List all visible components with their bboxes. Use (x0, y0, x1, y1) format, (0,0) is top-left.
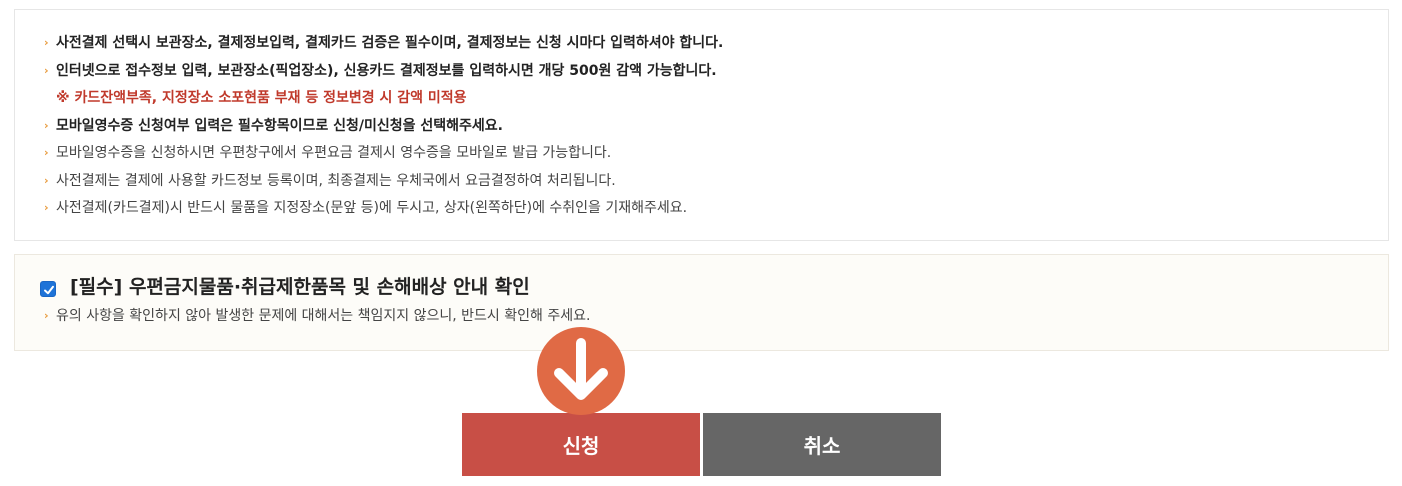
notice-item-text: 인터넷으로 접수정보 입력, 보관장소(픽업장소), 신용카드 결제정보를 입력… (56, 62, 717, 79)
checkmark-icon (44, 285, 54, 295)
notice-warning-text: ※ 카드잔액부족, 지정장소 소포현품 부재 등 정보변경 시 감액 미적용 (56, 90, 467, 106)
chevron-right-icon: › (44, 146, 49, 159)
arrow-down-icon (537, 327, 625, 415)
chevron-right-icon: › (44, 118, 49, 132)
notice-item: › 사전결제(카드결제)시 반드시 물품을 지정장소(문앞 등)에 두시고, 상… (44, 197, 723, 225)
notice-item: › 모바일영수증 신청여부 입력은 필수항목이므로 신청/미신청을 선택해주세요… (44, 115, 723, 143)
chevron-right-icon: › (44, 309, 49, 322)
chevron-right-icon: › (44, 173, 49, 187)
notice-item-text: 사전결제 선택시 보관장소, 결제정보입력, 결제카드 검증은 필수이며, 결제… (56, 35, 724, 51)
notice-item-text: 사전결제는 결제에 사용할 카드정보 등록이며, 최종결제는 우체국에서 요금결… (56, 172, 616, 189)
confirm-description-text: 유의 사항을 확인하지 않아 발생한 문제에 대해서는 책임지지 않으니, 반드… (56, 308, 591, 324)
notice-list: › 사전결제 선택시 보관장소, 결제정보입력, 결제카드 검증은 필수이며, … (44, 32, 723, 225)
chevron-right-icon: › (44, 63, 49, 77)
confirm-description: › 유의 사항을 확인하지 않아 발생한 문제에 대해서는 책임지지 않으니, … (44, 305, 590, 327)
notice-item-text: 사전결제(카드결제)시 반드시 물품을 지정장소(문앞 등)에 두시고, 상자(… (56, 200, 688, 216)
confirm-title[interactable]: [필수] 우편금지물품·취급제한품목 및 손해배상 안내 확인 (70, 272, 530, 302)
notice-item-text: 모바일영수증 신청여부 입력은 필수항목이므로 신청/미신청을 선택해주세요. (56, 117, 503, 134)
notice-warning: ※ 카드잔액부족, 지정장소 소포현품 부재 등 정보변경 시 감액 미적용 (44, 87, 723, 115)
cancel-button[interactable]: 취소 (703, 413, 941, 476)
notice-box: › 사전결제 선택시 보관장소, 결제정보입력, 결제카드 검증은 필수이며, … (14, 9, 1389, 241)
confirm-checkbox[interactable] (40, 281, 56, 297)
confirm-box: [필수] 우편금지물품·취급제한품목 및 손해배상 안내 확인 › 유의 사항을… (14, 254, 1389, 351)
notice-item: › 사전결제 선택시 보관장소, 결제정보입력, 결제카드 검증은 필수이며, … (44, 32, 723, 60)
chevron-right-icon: › (44, 201, 49, 214)
notice-item: › 사전결제는 결제에 사용할 카드정보 등록이며, 최종결제는 우체국에서 요… (44, 170, 723, 198)
notice-item: › 인터넷으로 접수정보 입력, 보관장소(픽업장소), 신용카드 결제정보를 … (44, 60, 723, 88)
notice-item-text: 모바일영수증을 신청하시면 우편창구에서 우편요금 결제시 영수증을 모바일로 … (56, 145, 612, 161)
apply-button[interactable]: 신청 (462, 413, 700, 476)
chevron-right-icon: › (44, 36, 49, 49)
notice-item: › 모바일영수증을 신청하시면 우편창구에서 우편요금 결제시 영수증을 모바일… (44, 142, 723, 170)
